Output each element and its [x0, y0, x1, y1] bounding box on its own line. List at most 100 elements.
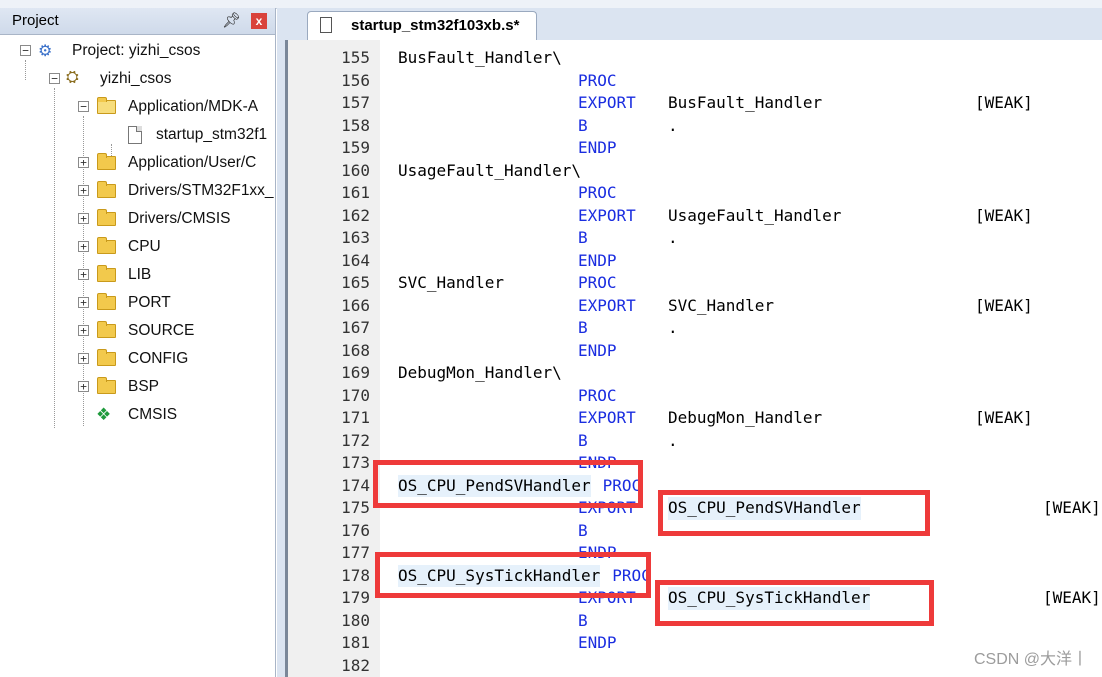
line-number: 179: [341, 588, 370, 607]
tree-item-cmsis[interactable]: ❖ CMSIS: [0, 402, 276, 430]
code-op: B: [578, 115, 588, 135]
folder-icon: [97, 209, 116, 226]
expand-icon[interactable]: +: [78, 353, 89, 364]
expand-icon[interactable]: +: [78, 213, 89, 224]
code-editor[interactable]: 155 BusFault_Handler\ 156 PROC 157 EXPORT BusF…: [285, 40, 1102, 677]
tree-group-config[interactable]: + CONFIG: [0, 346, 276, 374]
line-number: 170: [341, 385, 370, 405]
highlight-box-pendsv-label: [373, 460, 643, 508]
code-line[interactable]: 157 EXPORT BusFault_Handler [WEAK]: [288, 92, 1102, 115]
tree-group-drivers-cmsis[interactable]: + Drivers/CMSIS: [0, 206, 276, 234]
code-line[interactable]: 159 ENDP: [288, 137, 1102, 160]
code-line[interactable]: 158 B.: [288, 115, 1102, 138]
line-number: 160: [341, 160, 370, 180]
code-line[interactable]: 155 BusFault_Handler\: [288, 47, 1102, 70]
collapse-icon[interactable]: −: [49, 73, 60, 84]
tree-group-application-mdk[interactable]: − Application/MDK-A: [0, 94, 276, 122]
tree-group-lib[interactable]: + LIB: [0, 262, 276, 290]
editor-area: startup_stm32f103xb.s* 155 BusFault_Handl…: [277, 8, 1102, 677]
tree-item-target[interactable]: − ⛭ yizhi_csos: [0, 66, 276, 94]
code-arg: .: [668, 318, 678, 337]
tree-file-startup[interactable]: startup_stm32f1: [0, 122, 276, 150]
code-line[interactable]: 160 UsageFault_Handler\: [288, 160, 1102, 183]
code-line[interactable]: 167 B.: [288, 317, 1102, 340]
line-number: 164: [341, 250, 370, 270]
project-panel-header: Project 📌︎ x: [0, 8, 275, 35]
expand-icon[interactable]: +: [78, 269, 89, 280]
line-number: 168: [341, 340, 370, 360]
highlight-box-systick-label: [375, 552, 651, 598]
line-number: 171: [341, 408, 370, 427]
tree-item-project-root[interactable]: − ⚙ Project: yizhi_csos: [0, 38, 276, 66]
folder-icon: [97, 293, 116, 310]
code-line[interactable]: 163 B.: [288, 227, 1102, 250]
line-number: 178: [341, 565, 370, 585]
code-line[interactable]: 171 EXPORT DebugMon_Handler [WEAK]: [288, 407, 1102, 430]
pin-icon[interactable]: 📌︎: [222, 11, 241, 29]
code-line[interactable]: 165 SVC_Handler PROC: [288, 272, 1102, 295]
code-line[interactable]: 168 ENDP: [288, 340, 1102, 363]
collapse-icon[interactable]: −: [78, 101, 89, 112]
code-op: EXPORT: [578, 93, 636, 112]
code-label: DebugMon_Handler\: [398, 363, 562, 382]
code-arg: .: [668, 228, 678, 247]
code-op: B: [578, 610, 588, 630]
code-op: B: [578, 520, 588, 540]
folder-icon: [97, 265, 116, 282]
line-number: 182: [341, 655, 370, 675]
code-line[interactable]: 172 B.: [288, 430, 1102, 453]
line-number: 157: [341, 93, 370, 112]
tab-startup-file[interactable]: startup_stm32f103xb.s*: [307, 11, 537, 40]
code-op: ENDP: [578, 340, 617, 360]
code-line[interactable]: 162 EXPORT UsageFault_Handler [WEAK]: [288, 205, 1102, 228]
code-line[interactable]: 164 ENDP: [288, 250, 1102, 273]
code-arg: .: [668, 115, 678, 135]
line-number: 165: [341, 273, 370, 292]
tree-group-cpu[interactable]: + CPU: [0, 234, 276, 262]
tree-group-source[interactable]: + SOURCE: [0, 318, 276, 346]
expand-icon[interactable]: +: [78, 185, 89, 196]
tree-group-bsp[interactable]: + BSP: [0, 374, 276, 402]
line-number: 176: [341, 520, 370, 540]
expand-icon[interactable]: +: [78, 297, 89, 308]
code-attr: [WEAK]: [975, 408, 1033, 427]
code-line[interactable]: 161 PROC: [288, 182, 1102, 205]
folder-icon: [97, 321, 116, 338]
code-op: EXPORT: [578, 295, 636, 315]
code-label: UsageFault_Handler\: [398, 160, 582, 180]
project-tree: − ⚙ Project: yizhi_csos − ⛭ yizhi_csos −…: [0, 38, 276, 430]
target-icon: ⛭: [66, 69, 79, 86]
line-number: 166: [341, 295, 370, 315]
expand-icon[interactable]: +: [78, 381, 89, 392]
project-panel-title: Project: [12, 12, 59, 29]
line-number: 177: [341, 543, 370, 562]
collapse-icon[interactable]: −: [20, 45, 31, 56]
tree-group-port[interactable]: + PORT: [0, 290, 276, 318]
code-line[interactable]: 170 PROC: [288, 385, 1102, 408]
line-number: 175: [341, 498, 370, 517]
line-number: 162: [341, 205, 370, 225]
expand-icon[interactable]: +: [78, 157, 89, 168]
code-label: SVC_Handler: [398, 273, 504, 292]
tree-group-drivers-stm32[interactable]: + Drivers/STM32F1xx_: [0, 178, 276, 206]
code-line[interactable]: 169 DebugMon_Handler\: [288, 362, 1102, 385]
code-op: PROC: [578, 385, 617, 405]
code-line[interactable]: 166 EXPORT SVC_Handler [WEAK]: [288, 295, 1102, 318]
folder-icon: [97, 237, 116, 254]
code-line[interactable]: 156 PROC: [288, 70, 1102, 93]
folder-icon: [97, 349, 116, 366]
file-icon: [320, 17, 332, 33]
code-arg: BusFault_Handler: [668, 93, 823, 112]
folder-icon: [97, 153, 116, 170]
expand-icon[interactable]: +: [78, 241, 89, 252]
cmsis-gem-icon: ❖: [96, 405, 112, 424]
line-number: 169: [341, 363, 370, 382]
highlight-box-pendsv-export: [658, 490, 930, 536]
code-op: ENDP: [578, 633, 617, 652]
expand-icon[interactable]: +: [78, 325, 89, 336]
tree-group-application-user[interactable]: + Application/User/C: [0, 150, 276, 178]
close-icon[interactable]: x: [251, 13, 267, 29]
line-number: 161: [341, 183, 370, 202]
code-op: B: [578, 228, 588, 247]
code-arg: .: [668, 430, 678, 450]
